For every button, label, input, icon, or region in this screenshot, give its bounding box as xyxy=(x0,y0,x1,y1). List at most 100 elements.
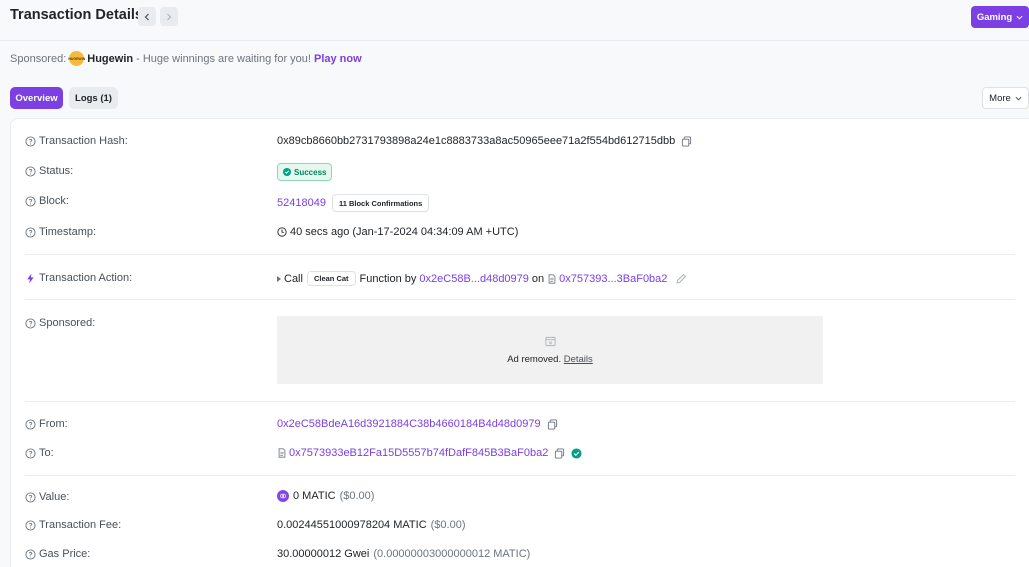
hash-label-row: Transaction Hash: xyxy=(25,135,128,147)
gas-label: Gas Price: xyxy=(39,548,91,560)
method-badge: Clean Cat xyxy=(306,271,356,286)
chevron-down-icon xyxy=(1016,15,1023,20)
contract-file-icon xyxy=(548,273,556,284)
gas-value-row: 30.00000012 Gwei (0.00000003000000012 MA… xyxy=(277,548,530,560)
divider xyxy=(25,475,1015,476)
action-from-link[interactable]: 0x2eC58B...d48d0979 xyxy=(419,273,528,285)
status-value-row: Success xyxy=(277,163,333,181)
ad-removed-box: Ad removed. Details xyxy=(277,316,823,384)
to-address-link[interactable]: 0x7573933eB12Fa15D5557b74fDafF845B3BaF0b… xyxy=(289,447,548,459)
block-label: Block: xyxy=(39,195,69,207)
question-circle-icon[interactable] xyxy=(25,491,36,503)
value-label: Value: xyxy=(39,491,70,503)
sponsor-play-now-link[interactable]: Play now xyxy=(314,53,362,65)
chevron-right-icon xyxy=(167,13,172,20)
from-label-row: From: xyxy=(25,418,68,430)
more-dropdown-button[interactable]: More xyxy=(982,87,1029,109)
caret-right-icon xyxy=(277,275,281,282)
from-value-row: 0x2eC58BdeA16d3921884C38b4660184B4d48d09… xyxy=(277,418,558,430)
timestamp-label: Timestamp: xyxy=(39,226,97,238)
action-call: Call xyxy=(284,272,303,285)
sponsor-logo: HUGEWIN xyxy=(68,51,85,66)
question-circle-icon[interactable] xyxy=(25,195,36,207)
check-circle-icon xyxy=(283,168,291,176)
hash-label: Transaction Hash: xyxy=(39,135,128,147)
fee-value-row: 0.00244551000978204 MATIC ($0.00) xyxy=(277,519,466,531)
transaction-hash: 0x89cb8660bb2731793898a24e1c8883733a8ac5… xyxy=(277,135,676,147)
value-label-row: Value: xyxy=(25,491,69,503)
value-value-row: 0 MATIC ($0.00) xyxy=(277,490,374,502)
matic-token-icon xyxy=(277,490,289,502)
sponsor-prefix: Sponsored: xyxy=(10,52,67,65)
previous-button[interactable] xyxy=(138,7,156,26)
question-circle-icon[interactable] xyxy=(25,519,36,531)
next-button[interactable] xyxy=(160,7,178,26)
action-label: Transaction Action: xyxy=(39,272,133,284)
to-label: To: xyxy=(39,447,54,459)
fee-label-row: Transaction Fee: xyxy=(25,519,121,531)
block-confirmations-badge: 11 Block Confirmations xyxy=(331,194,430,212)
action-on: on xyxy=(531,272,545,285)
to-label-row: To: xyxy=(25,447,54,459)
question-circle-icon[interactable] xyxy=(25,165,36,177)
block-number-link[interactable]: 52418049 xyxy=(277,197,326,209)
top-bar: Transaction Details Gaming xyxy=(0,0,1029,41)
page-title: Transaction Details xyxy=(10,7,143,23)
value-usd: ($0.00) xyxy=(339,490,375,502)
sponsored-banner: Sponsored: HUGEWIN Hugewin - Huge winnin… xyxy=(10,51,362,66)
divider xyxy=(25,401,1015,402)
sponsored-label-row: Sponsored: xyxy=(25,317,95,329)
ad-placeholder-icon xyxy=(544,336,556,346)
action-function-by: Function by xyxy=(359,272,417,285)
divider xyxy=(25,254,1015,255)
gaming-label: Gaming xyxy=(976,11,1013,23)
status-label-row: Status: xyxy=(25,165,73,177)
lightning-icon xyxy=(27,272,34,284)
timestamp-label-row: Timestamp: xyxy=(25,226,96,238)
action-value-row: Call Clean Cat Function by 0x2eC58B...d4… xyxy=(277,271,687,286)
action-contract-link[interactable]: 0x757393...3BaF0ba2 xyxy=(559,273,667,285)
to-value-row: 0x7573933eB12Fa15D5557b74fDafF845B3BaF0b… xyxy=(277,447,582,459)
tab-overview[interactable]: Overview xyxy=(10,87,63,109)
gas-amount: 30.00000012 Gwei xyxy=(277,548,370,560)
block-value-row: 52418049 11 Block Confirmations xyxy=(277,194,430,212)
gaming-dropdown-button[interactable]: Gaming xyxy=(971,6,1029,28)
question-circle-icon[interactable] xyxy=(25,418,36,430)
tab-logs[interactable]: Logs (1) xyxy=(69,87,118,109)
question-circle-icon[interactable] xyxy=(25,317,36,329)
value-amount: 0 MATIC xyxy=(293,490,336,502)
question-circle-icon[interactable] xyxy=(25,135,36,147)
sponsor-brand: Hugewin xyxy=(87,52,134,65)
contract-file-icon xyxy=(278,448,286,458)
hash-value-row: 0x89cb8660bb2731793898a24e1c8883733a8ac5… xyxy=(277,135,692,147)
gas-detail: (0.00000003000000012 MATIC) xyxy=(373,548,531,560)
question-circle-icon[interactable] xyxy=(25,548,36,560)
divider xyxy=(25,299,1015,300)
ad-details-link[interactable]: Details xyxy=(564,354,593,365)
timestamp-value: 40 secs ago (Jan-17-2024 04:34:09 AM +UT… xyxy=(290,226,519,238)
status-text: Success xyxy=(294,167,327,177)
action-label-row: Transaction Action: xyxy=(25,272,132,284)
copy-icon[interactable] xyxy=(681,135,692,147)
copy-icon[interactable] xyxy=(554,447,565,459)
fee-usd: ($0.00) xyxy=(430,519,466,531)
fee-amount: 0.00244551000978204 MATIC xyxy=(277,519,427,531)
gas-label-row: Gas Price: xyxy=(25,548,90,560)
sponsored-label: Sponsored: xyxy=(39,317,96,329)
block-label-row: Block: xyxy=(25,195,69,207)
fee-label: Transaction Fee: xyxy=(39,519,122,531)
from-address-link[interactable]: 0x2eC58BdeA16d3921884C38b4660184B4d48d09… xyxy=(277,418,541,430)
question-circle-icon[interactable] xyxy=(25,447,36,459)
sponsor-message: - Huge winnings are waiting for you! xyxy=(136,52,311,65)
pencil-icon[interactable] xyxy=(675,273,687,285)
copy-icon[interactable] xyxy=(547,418,558,430)
question-circle-icon[interactable] xyxy=(25,226,36,238)
from-label: From: xyxy=(39,418,68,430)
timestamp-value-row: 40 secs ago (Jan-17-2024 04:34:09 AM +UT… xyxy=(277,226,518,238)
verified-check-icon xyxy=(571,447,582,459)
status-badge: Success xyxy=(277,163,333,181)
ad-removed-text: Ad removed. Details xyxy=(507,354,593,365)
chevron-down-icon xyxy=(1015,96,1022,101)
ad-removed-message: Ad removed. xyxy=(507,353,562,365)
more-label: More xyxy=(989,92,1011,104)
